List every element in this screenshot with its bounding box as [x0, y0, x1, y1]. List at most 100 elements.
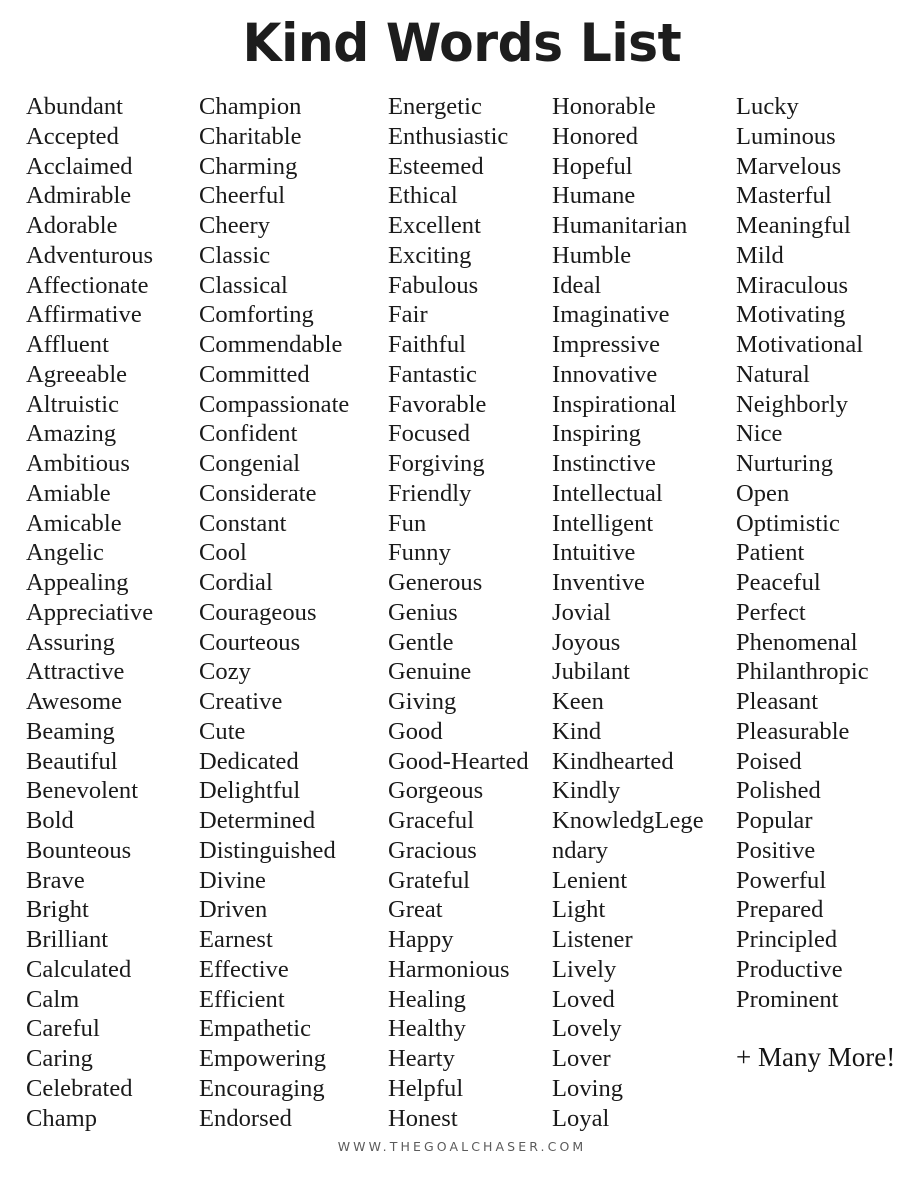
word-item: Great [388, 896, 443, 924]
word-item: Meaningful [736, 212, 851, 239]
word-item: Helpful [388, 1074, 464, 1102]
word-item: Exciting [388, 241, 472, 269]
word-column-5: Lucky Luminous Marvelous Masterful Meaningfu… [736, 92, 916, 1072]
word-item: Efficient [199, 985, 285, 1013]
word-item: Inspirational [552, 390, 677, 418]
word-item: Excellent [388, 212, 481, 239]
word-item: Loving [552, 1074, 624, 1102]
word-item: KnowledgLege [552, 807, 704, 834]
word-item: Good-Hearted [388, 747, 529, 775]
footer-website-url: WWW.THEGOALCHASER.COM [337, 1139, 587, 1154]
word-item: Productive [736, 955, 843, 983]
word-item: Inspiring [552, 420, 641, 448]
word-item: Cheerful [199, 182, 286, 210]
word-item: Careful [26, 1015, 100, 1043]
word-item: Keen [552, 688, 604, 715]
word-item: Masterful [736, 182, 832, 210]
word-columns-container: Abundant Accepted Acclaimed Admirable Adorab… [0, 92, 924, 1132]
word-item: Kind [552, 717, 602, 745]
word-item: Peaceful [736, 569, 821, 596]
word-item: Brave [26, 866, 85, 894]
kind-words-list-page: Kind Words List Abundant Accepted Acclaime… [0, 0, 924, 1196]
word-item: Phenomenal [736, 628, 858, 656]
word-item: Effective [199, 955, 289, 983]
word-item: Inventive [552, 569, 645, 596]
word-item: Comforting [199, 301, 314, 329]
word-item: Affectionate [26, 271, 149, 299]
word-item: Cute [199, 717, 246, 745]
word-item: Principled [736, 926, 838, 953]
word-item: Considerate [199, 479, 317, 507]
word-item: Affluent [26, 331, 109, 358]
word-item: Giving [388, 688, 457, 715]
word-item: Humble [552, 241, 632, 269]
word-item: Courageous [199, 598, 317, 626]
word-item: Empowering [199, 1045, 327, 1072]
word-item: Prepared [736, 896, 824, 924]
word-item: Cool [199, 539, 247, 567]
word-item: Loved [552, 985, 615, 1013]
word-item: Perfect [736, 598, 806, 626]
word-item: Hopeful [552, 152, 633, 180]
word-item: Generous [388, 569, 483, 596]
word-item: Altruistic [26, 390, 120, 418]
word-item: Honorable [552, 93, 656, 120]
word-item: Faithful [388, 331, 466, 358]
word-item: Harmonious [388, 955, 510, 983]
word-item: Good [388, 717, 443, 745]
word-item: Healing [388, 985, 466, 1013]
word-item: Jubilant [552, 658, 630, 686]
word-item: Prominent [736, 985, 839, 1013]
word-item: Lucky [736, 93, 799, 120]
word-item: Impressive [552, 331, 660, 358]
word-item: Cozy [199, 658, 251, 686]
footer: WWW.THEGOALCHASER.COM [0, 1138, 924, 1156]
word-item: Humanitarian [552, 212, 688, 239]
word-item: Fun [388, 509, 427, 537]
word-item: Pleasurable [736, 717, 850, 745]
word-item: Commendable [199, 331, 343, 358]
word-item: Intuitive [552, 539, 636, 567]
word-item: Earnest [199, 926, 273, 953]
word-item: Positive [736, 836, 816, 864]
word-item: Endorsed [199, 1104, 292, 1132]
word-item: Nurturing [736, 450, 834, 477]
word-item: Genius [388, 598, 458, 626]
word-item: Cordial [199, 569, 273, 596]
word-item: Driven [199, 896, 268, 924]
word-item: Grateful [388, 866, 471, 894]
word-item: Energetic [388, 93, 482, 120]
word-item: Funny [388, 539, 451, 567]
word-item: Fair [388, 301, 428, 329]
word-item: Pleasant [736, 688, 819, 715]
word-item: Esteemed [388, 152, 484, 180]
word-item: Natural [736, 360, 810, 388]
word-item: Fantastic [388, 360, 477, 388]
word-item: Ambitious [26, 450, 130, 477]
word-item: Champ [26, 1104, 98, 1132]
word-item: Gentle [388, 628, 454, 656]
word-item: Mild [736, 241, 784, 269]
word-item: Constant [199, 509, 287, 537]
word-item: Appreciative [26, 598, 154, 626]
word-item: Amicable [26, 509, 122, 537]
word-item: Patient [736, 539, 805, 567]
word-item: Attractive [26, 658, 125, 686]
word-item: Luminous [736, 122, 836, 150]
word-item: Champion [199, 93, 302, 120]
word-item: Marvelous [736, 152, 842, 180]
word-item: Beaming [26, 717, 115, 745]
word-item: Charitable [199, 122, 302, 150]
many-more-note: + Many More! [736, 1042, 896, 1073]
word-item: Calm [26, 985, 80, 1013]
word-item: Empathetic [199, 1015, 312, 1043]
word-item: Polished [736, 777, 821, 805]
page-header: Kind Words List [0, 0, 924, 86]
word-item: Committed [199, 360, 310, 388]
word-item: Caring [26, 1045, 93, 1072]
word-item: Lenient [552, 866, 628, 894]
word-item: Admirable [26, 182, 132, 210]
word-item: Jovial [552, 598, 611, 626]
word-item: Intelligent [552, 509, 654, 537]
word-item: Beautiful [26, 747, 118, 775]
